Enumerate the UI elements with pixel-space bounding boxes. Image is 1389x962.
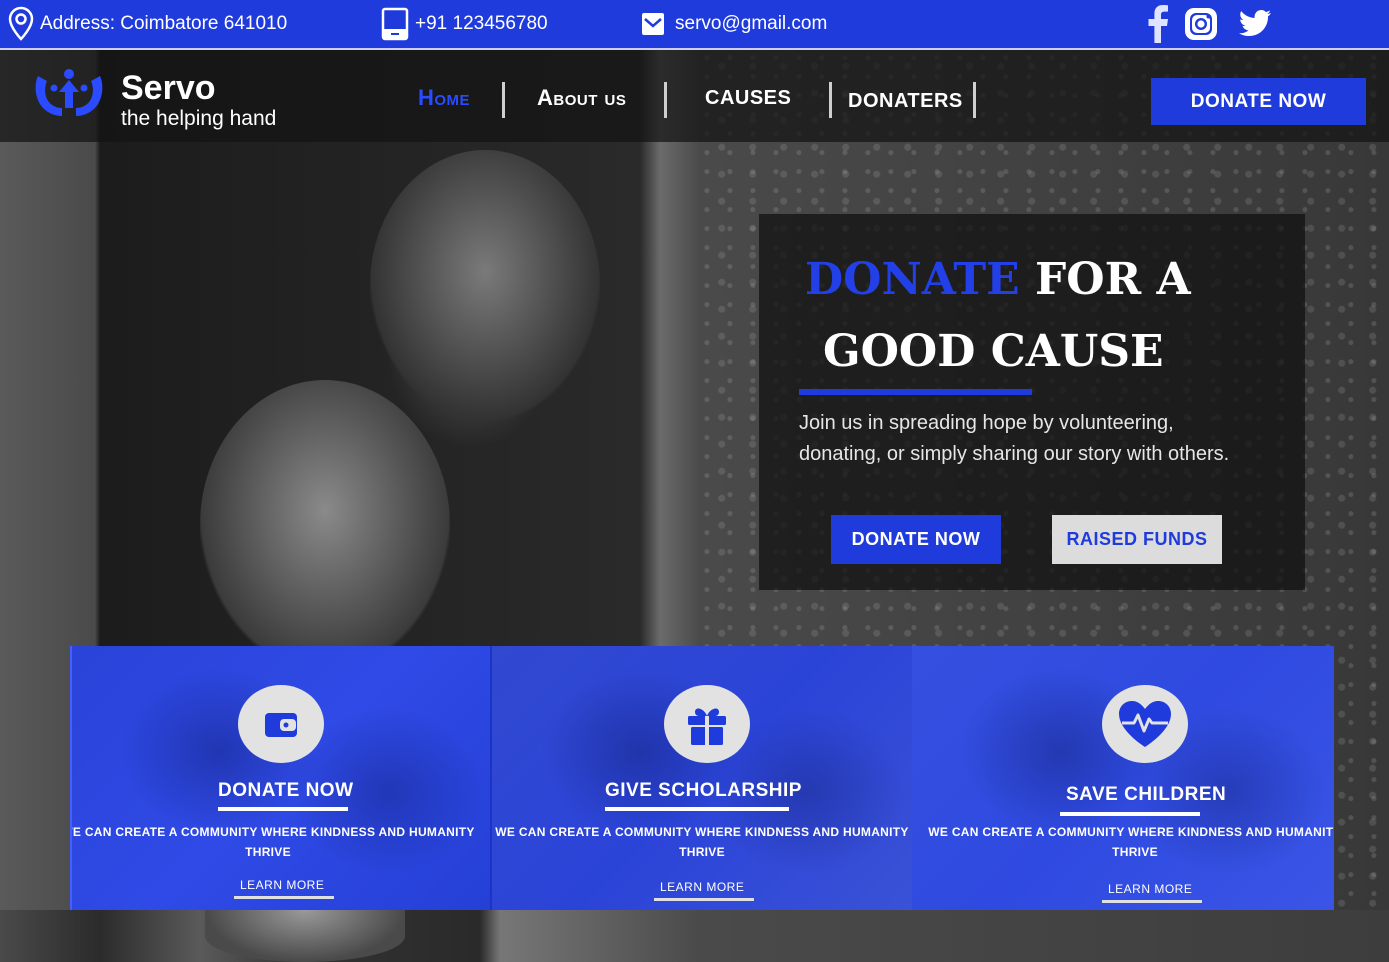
nav-divider [829, 82, 832, 118]
hero-title-accent: DONATE [805, 254, 1020, 305]
helping-hands-logo-icon[interactable] [32, 68, 106, 133]
card-title: SAVE CHILDREN [1066, 784, 1227, 805]
mail-icon [641, 11, 665, 37]
email-item[interactable]: servo@gmail.com [641, 0, 827, 48]
twitter-icon[interactable] [1238, 4, 1272, 44]
card-title-underline [1060, 812, 1200, 816]
hero-title-rest: FOR A [1035, 254, 1191, 305]
hero-title-underline [799, 389, 1032, 395]
raised-funds-button[interactable]: RAISED FUNDS [1052, 515, 1222, 564]
nav-causes[interactable]: CAUSES [705, 85, 791, 111]
card-title: DONATE NOW [218, 780, 354, 801]
card-save-children: SAVE CHILDREN WE CAN CREATE A COMMUNITY … [912, 646, 1334, 910]
heartbeat-icon [1102, 685, 1188, 763]
hero-title-line1: DONATE FOR A [805, 254, 1191, 306]
hero-title-line2: GOOD CAUSE [823, 326, 1164, 377]
feature-cards: DONATE NOW WE CAN CREATE A COMMUNITY WHE… [70, 646, 1334, 910]
instagram-icon[interactable] [1184, 4, 1218, 44]
hero-description: Join us in spreading hope by volunteerin… [799, 412, 1230, 465]
child-photo-front [200, 380, 450, 670]
phone-text[interactable]: +91 123456780 [415, 13, 548, 35]
hero-donate-button[interactable]: DONATE NOW [831, 515, 1001, 564]
card-title-underline [605, 807, 789, 811]
hero-card: DONATE FOR A GOOD CAUSE Join us in sprea… [759, 214, 1305, 590]
nav-divider [973, 82, 976, 118]
email-text[interactable]: servo@gmail.com [675, 13, 827, 35]
site-header: Servo the helping hand Home About us CAU… [0, 50, 1389, 142]
card-description: WE CAN CREATE A COMMUNITY WHERE KINDNESS… [495, 825, 909, 859]
nav-about-us[interactable]: About us [537, 85, 626, 111]
nav-home[interactable]: Home [418, 85, 470, 111]
card-give-scholarship: GIVE SCHOLARSHIP WE CAN CREATE A COMMUNI… [490, 646, 914, 910]
phone-icon [381, 7, 409, 41]
child-photo-back [370, 150, 600, 420]
card-title: GIVE SCHOLARSHIP [605, 780, 802, 801]
brand-tagline: the helping hand [121, 107, 277, 130]
header-donate-button[interactable]: DONATE NOW [1151, 78, 1366, 125]
phone-item[interactable]: +91 123456780 [381, 0, 548, 48]
nav-divider [664, 82, 667, 118]
card-donate-now: DONATE NOW WE CAN CREATE A COMMUNITY WHE… [70, 646, 492, 910]
location-pin-icon [8, 6, 34, 42]
card-description: WE CAN CREATE A COMMUNITY WHERE KINDNESS… [928, 825, 1334, 859]
address-item: Address: Coimbatore 641010 [8, 0, 287, 48]
learn-more-link[interactable]: LEARN MORE [1108, 882, 1192, 896]
brand-name[interactable]: Servo [121, 70, 216, 106]
child-photo-bottom [205, 910, 405, 962]
nav-divider [502, 82, 505, 118]
card-description: WE CAN CREATE A COMMUNITY WHERE KINDNESS… [70, 825, 475, 859]
facebook-icon[interactable] [1145, 4, 1169, 44]
learn-more-link[interactable]: LEARN MORE [660, 880, 744, 894]
learn-more-underline [1102, 900, 1202, 903]
top-contact-bar: Address: Coimbatore 641010 +91 123456780… [0, 0, 1389, 50]
card-title-underline [218, 807, 348, 811]
learn-more-underline [654, 898, 754, 901]
background-photo-strip [0, 910, 1389, 962]
learn-more-underline [234, 896, 334, 899]
nav-donaters[interactable]: DONATERS [848, 88, 963, 114]
wallet-icon [238, 685, 324, 763]
gift-icon [664, 685, 750, 763]
learn-more-link[interactable]: LEARN MORE [240, 878, 324, 892]
card-photo-overlay [912, 646, 1334, 910]
address-text: Address: Coimbatore 641010 [40, 13, 288, 34]
